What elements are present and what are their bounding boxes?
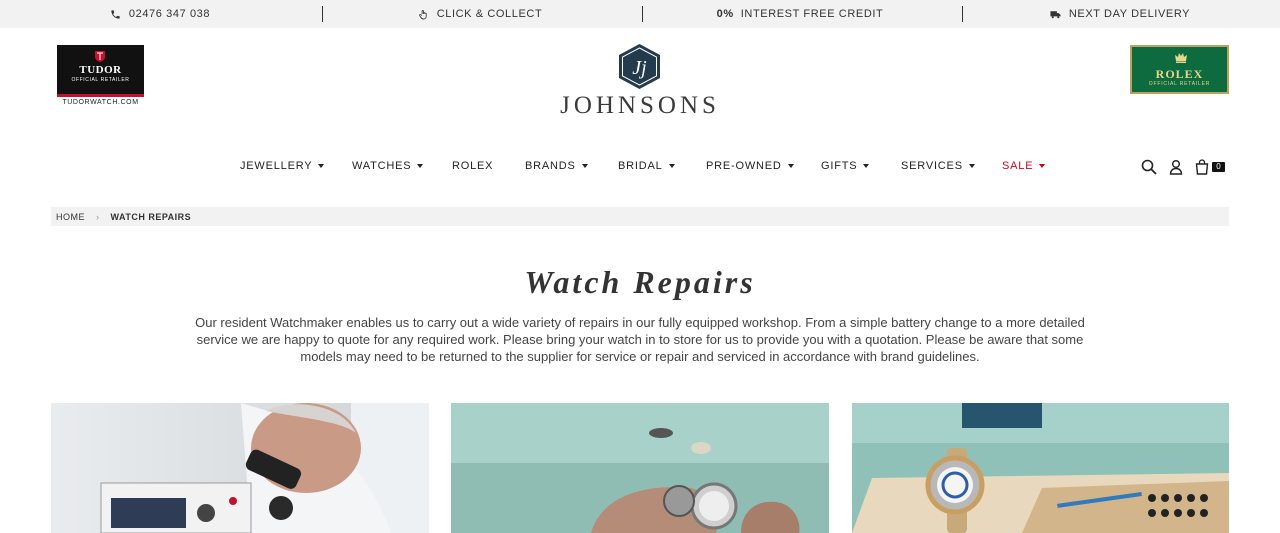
rolex-brand-text: ROLEX [1155,67,1204,81]
nav-item-gifts[interactable]: GIFTS [821,160,870,172]
nav-label: BRIDAL [618,160,663,172]
caret-down-icon [1039,164,1046,168]
tudor-shield-icon [95,51,105,62]
nav-label: GIFTS [821,160,858,172]
shopping-bag-icon[interactable] [1194,159,1210,175]
nav-item-pre-owned[interactable]: PRE-OWNED [706,160,794,172]
nav-label: BRANDS [525,160,576,172]
caret-down-icon [968,164,975,168]
intro-paragraph: Our resident Watchmaker enables us to ca… [195,315,1085,364]
svg-text:Jj: Jj [632,57,647,79]
nav-label: SALE [1002,160,1034,172]
tudor-brand-text: TUDOR [79,64,122,76]
nav-label: JEWELLERY [240,160,313,172]
caret-down-icon [668,164,675,168]
phone-number: 02476 347 038 [128,8,211,20]
search-icon[interactable] [1141,159,1157,175]
nav-item-sale[interactable]: SALE [1002,160,1046,172]
tudor-retailer-badge[interactable]: TUDOR OFFICIAL RETAILER [57,45,144,97]
rolex-retailer-badge[interactable]: ROLEX OFFICIAL RETAILER [1130,45,1229,94]
hand-pointer-icon [418,9,429,20]
nav-item-brands[interactable]: BRANDS [525,160,588,172]
delivery-link[interactable]: NEXT DAY DELIVERY [960,0,1280,28]
main-navigation: JEWELLERY WATCHES ROLEX BRANDS BRIDAL PR… [0,160,1280,176]
credit-label: INTEREST FREE CREDIT [740,8,884,20]
johnsons-logo-icon[interactable]: Jj [617,43,662,90]
phone-link[interactable]: 02476 347 038 [0,0,320,28]
caret-down-icon [787,164,794,168]
page-title: Watch Repairs [524,264,756,300]
cart-count-badge[interactable]: 0 [1212,162,1225,172]
breadcrumb-current: WATCH REPAIRS [110,211,192,222]
chevron-right-icon: › [96,211,100,222]
caret-down-icon [863,164,870,168]
rolex-sub-text: OFFICIAL RETAILER [1148,81,1211,87]
nav-label: WATCHES [352,160,412,172]
credit-percent: 0% [716,8,734,20]
click-collect-link[interactable]: CLICK & COLLECT [320,0,640,28]
johnsons-logo-text[interactable]: JOHNSONS [540,92,740,120]
caret-down-icon [417,164,424,168]
breadcrumb: HOME › WATCH REPAIRS [51,207,1229,226]
nav-label: PRE-OWNED [706,160,782,172]
click-collect-label: CLICK & COLLECT [436,8,543,20]
nav-item-watches[interactable]: WATCHES [352,160,424,172]
nav-item-rolex[interactable]: ROLEX [452,160,493,172]
phone-icon [110,9,121,20]
tudor-url-text[interactable]: TUDORWATCH.COM [57,99,144,106]
top-info-bar: 02476 347 038 CLICK & COLLECT 0% INTERES… [0,0,1280,28]
nav-label: SERVICES [901,160,963,172]
tudor-sub-text: OFFICIAL RETAILER [71,77,130,83]
rolex-crown-icon [1175,53,1187,63]
delivery-label: NEXT DAY DELIVERY [1068,8,1191,20]
credit-link[interactable]: 0% INTEREST FREE CREDIT [640,0,960,28]
truck-icon [1050,9,1061,20]
nav-item-services[interactable]: SERVICES [901,160,975,172]
nav-label: ROLEX [452,160,494,172]
watchmaker-photo [51,403,429,533]
watch-repair-hands-photo [451,403,829,533]
nav-item-bridal[interactable]: BRIDAL [618,160,675,172]
caret-down-icon [318,164,325,168]
breadcrumb-home[interactable]: HOME [56,212,85,222]
nav-item-jewellery[interactable]: JEWELLERY [240,160,325,172]
rolex-watch-photo [852,403,1230,533]
caret-down-icon [581,164,588,168]
account-icon[interactable] [1168,159,1184,175]
